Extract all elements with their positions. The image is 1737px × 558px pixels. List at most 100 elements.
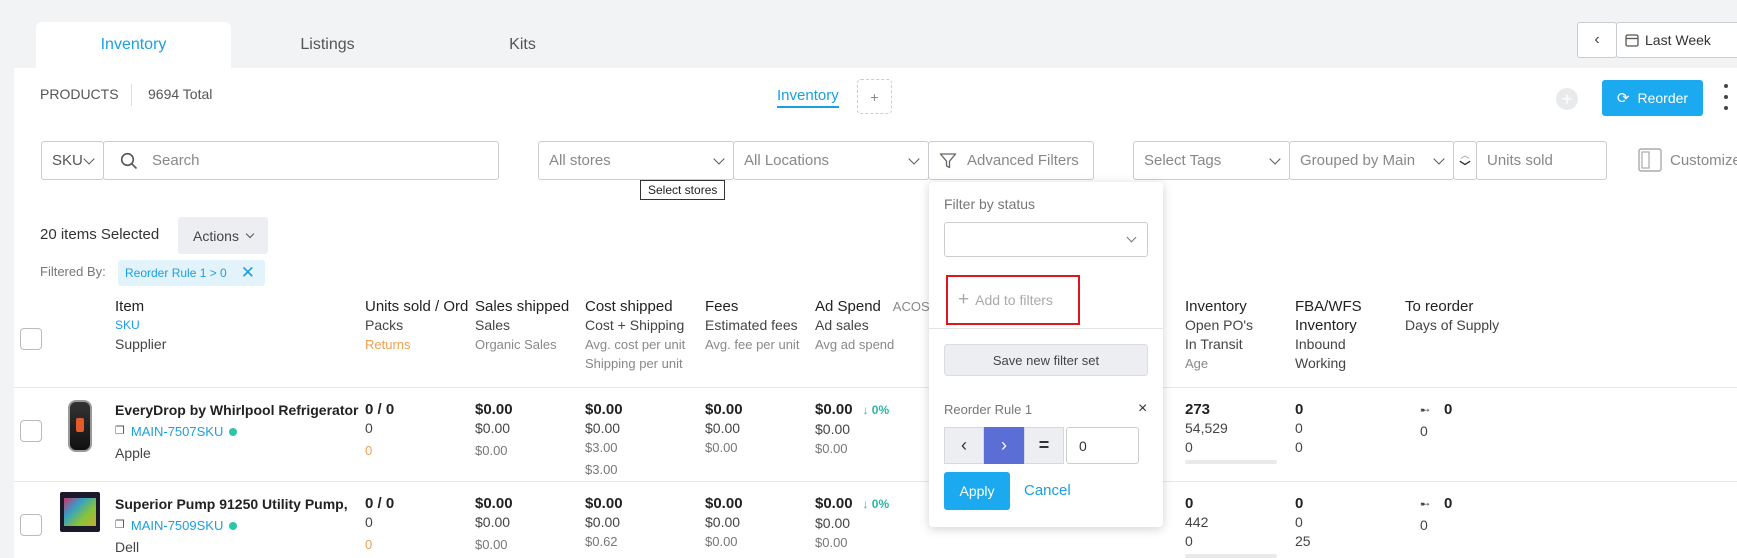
close-icon[interactable]: ✕ bbox=[241, 263, 255, 283]
chevron-left-icon: ‹ bbox=[961, 435, 967, 455]
status-dot-icon bbox=[229, 521, 238, 530]
chevron-down-icon bbox=[83, 152, 95, 165]
units-sold-field[interactable]: Units sold bbox=[1476, 141, 1607, 180]
products-total: 9694 Total bbox=[148, 86, 213, 102]
apply-button[interactable]: Apply bbox=[944, 472, 1010, 510]
tab-kits[interactable]: Kits bbox=[450, 22, 595, 68]
advanced-filters-button[interactable]: Advanced Filters bbox=[928, 141, 1094, 180]
divider bbox=[14, 481, 1737, 482]
table-row-item: EveryDrop by Whirlpool Refrigerator ❐ MA… bbox=[115, 401, 362, 463]
chevron-right-icon: › bbox=[1001, 435, 1007, 455]
plus-icon: + bbox=[958, 289, 970, 310]
copy-icon[interactable]: ❐ bbox=[115, 516, 125, 535]
chevron-down-icon bbox=[908, 152, 920, 165]
date-range-selector[interactable]: Last Week bbox=[1616, 22, 1737, 58]
add-view-button[interactable]: + bbox=[857, 79, 892, 114]
advanced-filters-label: Advanced Filters bbox=[967, 152, 1079, 169]
sku-link[interactable]: MAIN-7507SKU bbox=[131, 422, 223, 441]
col-item: Item SKU Supplier bbox=[115, 298, 167, 352]
grouped-dropdown[interactable]: Grouped by Main bbox=[1289, 141, 1454, 180]
chevron-down-icon bbox=[1269, 152, 1281, 165]
col-sales: Sales shipped Sales Organic Sales bbox=[475, 298, 570, 352]
tab-label: Kits bbox=[509, 36, 536, 53]
tab-label: Inventory bbox=[100, 36, 167, 53]
stores-tooltip: Select stores bbox=[640, 180, 726, 200]
close-icon[interactable]: × bbox=[1138, 400, 1147, 418]
age-bar bbox=[1185, 460, 1277, 464]
customize-label: Customize bbox=[1670, 151, 1737, 169]
divider bbox=[929, 328, 1163, 329]
view-tab-inventory[interactable]: Inventory bbox=[777, 87, 839, 108]
table-row-item: Superior Pump 91250 Utility Pump, ❐ MAIN… bbox=[115, 495, 362, 557]
filter-chip-label: Reorder Rule 1 > 0 bbox=[125, 266, 227, 280]
tags-dropdown[interactable]: Select Tags bbox=[1133, 141, 1290, 180]
actions-label: Actions bbox=[193, 227, 239, 244]
table-row-fees: $0.00 $0.00 $0.00 bbox=[705, 401, 743, 455]
tab-inventory[interactable]: Inventory bbox=[36, 22, 231, 68]
tab-listings[interactable]: Listings bbox=[250, 22, 405, 68]
rule-value-input[interactable]: 0 bbox=[1066, 427, 1139, 464]
row-checkbox[interactable] bbox=[20, 514, 42, 536]
table-row-units: 0 / 0 0 0 bbox=[365, 495, 395, 552]
table-row-reorder: ➸ 0 0 bbox=[1420, 495, 1453, 533]
product-image bbox=[60, 492, 100, 532]
table-row-sales: $0.00 $0.00 $0.00 bbox=[475, 495, 513, 552]
product-image bbox=[68, 400, 92, 452]
sort-toggle[interactable]: ︿ ﹀ bbox=[1453, 141, 1477, 180]
tab-label: Listings bbox=[300, 36, 355, 53]
stores-label: All stores bbox=[549, 152, 611, 169]
table-row-inventory: 0 442 0 bbox=[1185, 494, 1277, 558]
more-options-icon[interactable] bbox=[1723, 84, 1729, 110]
save-filter-set-button[interactable]: Save new filter set bbox=[944, 344, 1148, 376]
age-bar bbox=[1185, 554, 1277, 558]
chevron-left-icon: ‹ bbox=[1594, 31, 1600, 48]
acos-change: 0% bbox=[871, 403, 890, 417]
status-dot-icon bbox=[229, 427, 238, 436]
sku-selector[interactable]: SKU bbox=[41, 141, 104, 180]
filter-status-label: Filter by status bbox=[944, 196, 1036, 212]
chevron-down-icon: ﹀ bbox=[1459, 160, 1471, 173]
selected-count: 20 items Selected bbox=[40, 226, 160, 243]
actions-dropdown[interactable]: Actions bbox=[178, 217, 268, 254]
filter-popup: Filter by status + Add to filters Save n… bbox=[929, 182, 1163, 527]
add-circle-icon[interactable]: + bbox=[1556, 88, 1578, 110]
sku-label: SKU bbox=[52, 152, 83, 169]
less-than-button[interactable]: ‹ bbox=[944, 427, 984, 464]
table-row-units: 0 / 0 0 0 bbox=[365, 401, 395, 458]
row-checkbox[interactable] bbox=[20, 420, 42, 442]
divider bbox=[131, 84, 132, 106]
equals-button[interactable]: = bbox=[1024, 427, 1064, 464]
add-to-filters-button[interactable]: + Add to filters bbox=[946, 275, 1080, 325]
search-input[interactable]: Search bbox=[103, 141, 499, 180]
refresh-icon: ⟳ bbox=[1616, 90, 1630, 107]
copy-icon[interactable]: ❐ bbox=[115, 422, 125, 441]
search-icon bbox=[120, 152, 138, 169]
tags-label: Select Tags bbox=[1144, 152, 1222, 169]
select-all-checkbox[interactable] bbox=[20, 328, 42, 350]
locations-dropdown[interactable]: All Locations bbox=[733, 141, 929, 180]
stores-dropdown[interactable]: All stores bbox=[538, 141, 734, 180]
date-prev-button[interactable]: ‹ bbox=[1577, 22, 1617, 58]
add-to-filters-label: Add to filters bbox=[975, 292, 1053, 308]
grouped-label: Grouped by Main bbox=[1300, 152, 1416, 169]
sku-link[interactable]: MAIN-7509SKU bbox=[131, 516, 223, 535]
calendar-icon bbox=[1625, 34, 1639, 47]
divider bbox=[14, 387, 1737, 388]
customize-button[interactable]: Customize bbox=[1638, 148, 1737, 172]
date-range-label: Last Week bbox=[1645, 32, 1711, 48]
locations-label: All Locations bbox=[744, 152, 830, 169]
col-units: Units sold / Ord Packs Returns bbox=[365, 298, 468, 352]
greater-than-button[interactable]: › bbox=[984, 427, 1024, 464]
reorder-button[interactable]: ⟳ Reorder bbox=[1602, 80, 1703, 116]
search-placeholder: Search bbox=[152, 152, 200, 169]
reorder-icon: ➸ bbox=[1420, 497, 1431, 511]
status-select[interactable] bbox=[944, 222, 1148, 257]
product-name[interactable]: EveryDrop by Whirlpool Refrigerator bbox=[115, 401, 362, 420]
filter-chip: Reorder Rule 1 > 0 ✕ bbox=[118, 260, 265, 286]
product-name[interactable]: Superior Pump 91250 Utility Pump, bbox=[115, 495, 362, 514]
cancel-button[interactable]: Cancel bbox=[1024, 482, 1071, 499]
reorder-icon: ➸ bbox=[1420, 403, 1431, 417]
chevron-down-icon bbox=[1126, 232, 1137, 243]
table-row-ad: $0.00 ↓ 0% $0.00 $0.00 bbox=[815, 401, 890, 456]
rule-label: Reorder Rule 1 bbox=[944, 402, 1033, 417]
